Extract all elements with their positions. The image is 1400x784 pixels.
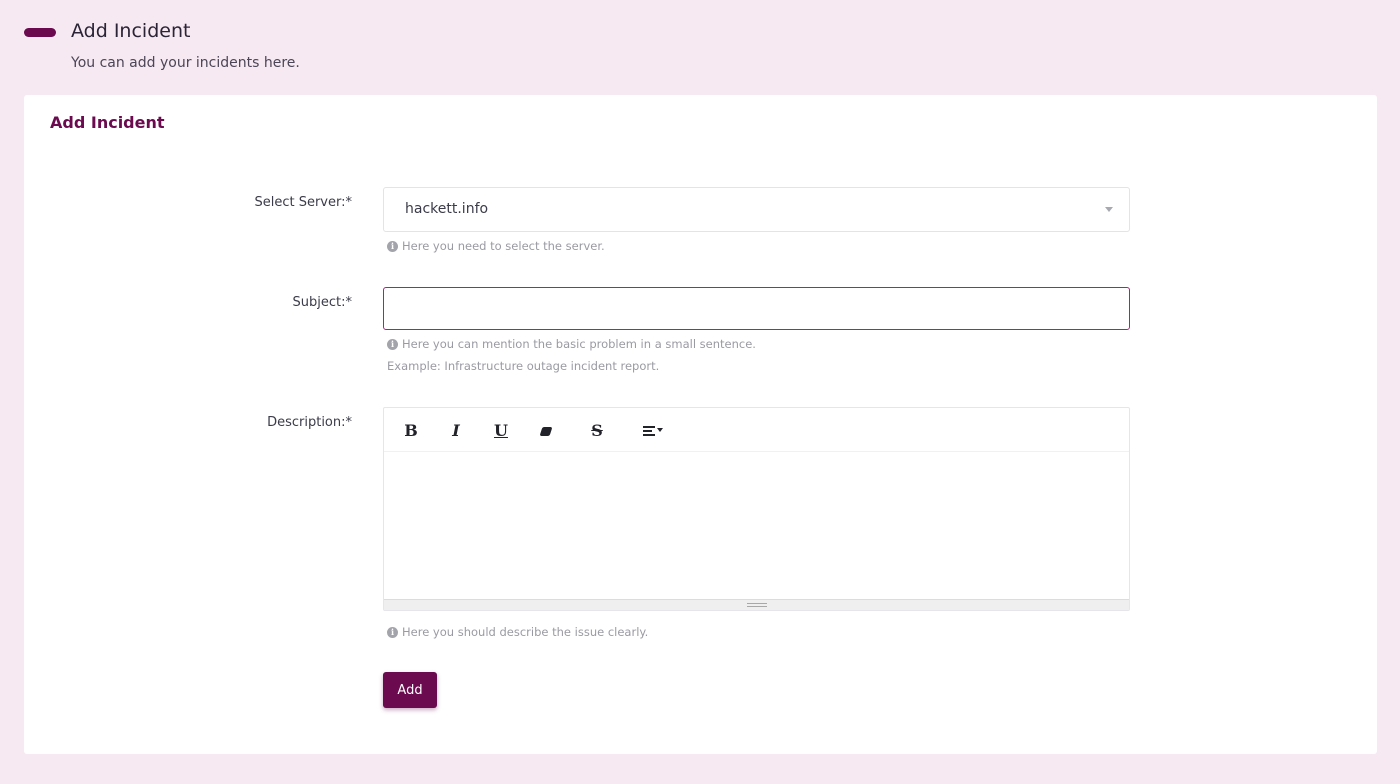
- info-icon: i: [387, 338, 398, 350]
- chevron-down-icon: [1105, 207, 1113, 212]
- page-header: Add Incident You can add your incidents …: [24, 18, 1376, 78]
- description-label: Description:*: [267, 415, 352, 430]
- server-select-value: hackett.info: [405, 201, 489, 217]
- info-icon: i: [387, 626, 398, 638]
- subject-help: i Here you can mention the basic problem…: [387, 337, 756, 351]
- bold-button[interactable]: B: [399, 420, 423, 442]
- server-select[interactable]: hackett.info: [383, 187, 1130, 232]
- italic-button[interactable]: I: [444, 420, 468, 442]
- strikethrough-button[interactable]: S: [585, 420, 609, 442]
- eraser-icon: [539, 427, 553, 436]
- info-icon: i: [387, 240, 398, 252]
- description-help-text: Here you should describe the issue clear…: [402, 625, 649, 639]
- subject-help-text: Here you can mention the basic problem i…: [402, 337, 756, 351]
- description-editor: B I U S: [383, 407, 1130, 611]
- header-accent-pill: [24, 28, 56, 37]
- editor-toolbar: B I U S: [384, 408, 1129, 452]
- card-title: Add Incident: [50, 113, 165, 132]
- subject-example-text: Example: Infrastructure outage incident …: [387, 359, 660, 373]
- align-dropdown-button[interactable]: [638, 420, 668, 442]
- incident-form-card: Add Incident Select Server:* hackett.inf…: [24, 95, 1377, 754]
- add-button[interactable]: Add: [383, 672, 437, 708]
- subject-label: Subject:*: [292, 295, 352, 310]
- server-help-text: Here you need to select the server.: [402, 239, 605, 253]
- editor-resize-handle[interactable]: [384, 599, 1129, 610]
- page-title: Add Incident: [71, 20, 191, 42]
- description-input[interactable]: [384, 453, 1129, 601]
- server-label: Select Server:*: [254, 195, 352, 210]
- align-left-icon: [643, 426, 655, 438]
- underline-button[interactable]: U: [489, 420, 513, 442]
- clear-format-button[interactable]: [534, 420, 558, 442]
- subject-example: Example: Infrastructure outage incident …: [387, 359, 659, 373]
- caret-down-icon: [657, 428, 663, 432]
- page-subtitle: You can add your incidents here.: [71, 55, 300, 71]
- description-help: i Here you should describe the issue cle…: [387, 625, 648, 639]
- server-help: i Here you need to select the server.: [387, 239, 605, 253]
- subject-input[interactable]: [383, 287, 1130, 330]
- grip-icon: [747, 603, 767, 607]
